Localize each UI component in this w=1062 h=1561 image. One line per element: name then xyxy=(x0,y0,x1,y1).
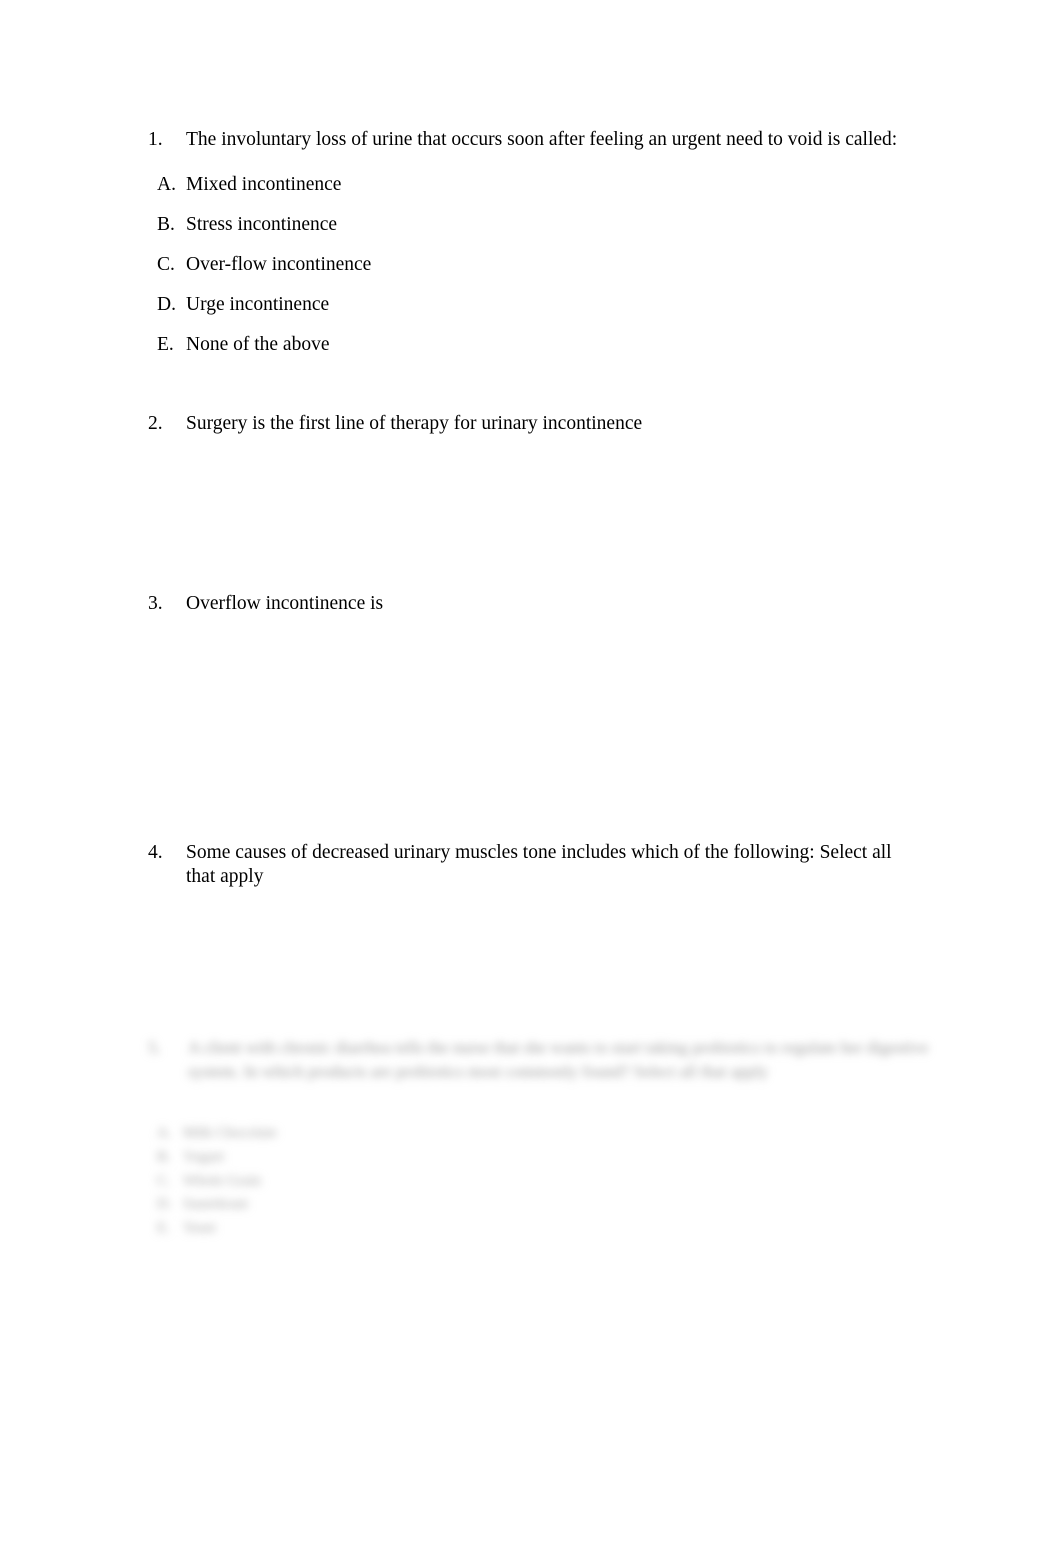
option-c[interactable]: C. Whole Grain xyxy=(157,1170,557,1194)
question-4-text: Some causes of decreased urinary muscles… xyxy=(186,842,892,887)
option-b-label: Yogurt xyxy=(183,1148,224,1165)
option-b-letter: B. xyxy=(157,1148,171,1165)
option-b-label: Stress incontinence xyxy=(186,214,338,235)
question-5-number: 5. xyxy=(148,1038,161,1057)
option-d-letter: D. xyxy=(157,294,176,315)
option-d[interactable]: D. Urge incontinence xyxy=(157,293,857,333)
question-3: 3. Overflow incontinence is xyxy=(148,592,908,616)
document-page: 1. The involuntary loss of urine that oc… xyxy=(0,0,1062,1561)
question-1-row: 1. The involuntary loss of urine that oc… xyxy=(148,128,908,152)
option-d-label: Urge incontinence xyxy=(186,294,330,315)
option-e[interactable]: E. None of the above xyxy=(157,333,857,373)
question-2-number: 2. xyxy=(148,413,163,434)
option-a[interactable]: A. Mixed incontinence xyxy=(157,173,857,213)
option-a-letter: A. xyxy=(157,1125,172,1141)
question-5-blurred: 5. A client with chronic diarrhea tells … xyxy=(148,1036,948,1083)
question-2: 2. Surgery is the first line of therapy … xyxy=(148,412,908,436)
question-2-text: Surgery is the first line of therapy for… xyxy=(186,413,643,434)
question-4-number: 4. xyxy=(148,842,163,863)
option-d[interactable]: D. Sauerkraut xyxy=(157,1193,557,1217)
option-c-letter: C. xyxy=(157,1172,171,1189)
option-a-label: Milk Chocolate xyxy=(183,1125,277,1141)
option-e-letter: E. xyxy=(157,334,174,355)
option-b[interactable]: B. Yogurt xyxy=(157,1146,557,1170)
question-1-options: A. Mixed incontinence B. Stress incontin… xyxy=(157,173,857,373)
option-d-letter: D. xyxy=(157,1196,172,1213)
option-e-letter: E. xyxy=(157,1220,170,1237)
question-4: 4. Some causes of decreased urinary musc… xyxy=(148,841,923,888)
option-a[interactable]: A. Milk Chocolate xyxy=(157,1122,557,1146)
option-e-label: None of the above xyxy=(186,334,330,355)
option-a-label: Mixed incontinence xyxy=(186,174,342,195)
option-e[interactable]: E. Yeast xyxy=(157,1217,557,1241)
option-b-letter: B. xyxy=(157,214,175,235)
option-c[interactable]: C. Over-flow incontinence xyxy=(157,253,857,293)
question-5-text: A client with chronic diarrhea tells the… xyxy=(188,1038,929,1081)
question-1: 1. The involuntary loss of urine that oc… xyxy=(148,128,908,152)
question-2-row: 2. Surgery is the first line of therapy … xyxy=(148,412,908,436)
question-3-number: 3. xyxy=(148,593,163,614)
option-c-label: Whole Grain xyxy=(183,1172,261,1189)
question-4-row: 4. Some causes of decreased urinary musc… xyxy=(148,841,923,888)
question-3-text: Overflow incontinence is xyxy=(186,593,384,614)
question-3-row: 3. Overflow incontinence is xyxy=(148,592,908,616)
option-d-label: Sauerkraut xyxy=(183,1196,248,1213)
question-5-row: 5. A client with chronic diarrhea tells … xyxy=(148,1036,948,1083)
option-e-label: Yeast xyxy=(183,1220,216,1237)
option-c-letter: C. xyxy=(157,254,175,275)
option-b[interactable]: B. Stress incontinence xyxy=(157,213,857,253)
question-5-options-blurred: A. Milk Chocolate B. Yogurt C. Whole Gra… xyxy=(157,1122,557,1241)
question-1-text: The involuntary loss of urine that occur… xyxy=(186,129,898,150)
option-a-letter: A. xyxy=(157,174,176,195)
question-1-number: 1. xyxy=(148,129,163,150)
option-c-label: Over-flow incontinence xyxy=(186,254,372,275)
